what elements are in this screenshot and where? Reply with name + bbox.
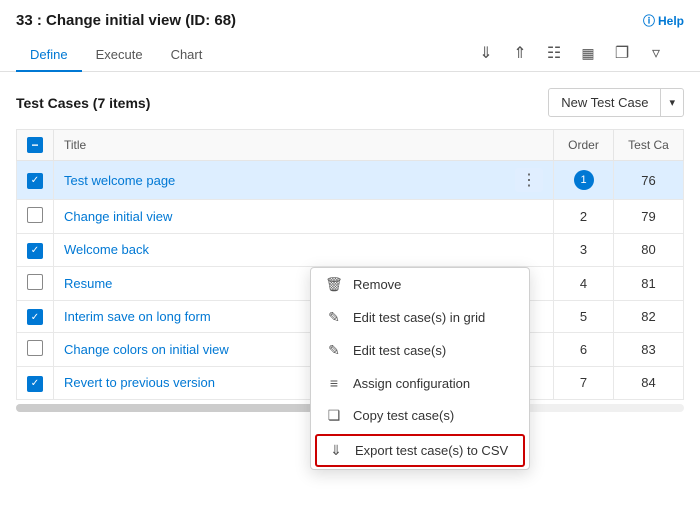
assign-icon: ≡: [325, 375, 343, 391]
checkbox-checked[interactable]: ✓: [27, 376, 43, 392]
context-menu-item[interactable]: ≡ Assign configuration: [311, 367, 529, 399]
checkbox-unchecked[interactable]: [27, 274, 43, 290]
context-menu-item[interactable]: ✎ Edit test case(s): [311, 334, 529, 367]
tabs-row: Define Execute Chart ⇓ ⇑ ☷ ▦ ❐ ▿: [16, 37, 684, 71]
row-menu-button[interactable]: ⋮: [515, 168, 543, 192]
row-order-cell: 7: [554, 367, 614, 400]
test-case-title-link[interactable]: Revert to previous version: [64, 375, 215, 390]
row-checkbox-cell: ✓: [17, 161, 54, 200]
context-menu-label: Assign configuration: [353, 376, 470, 391]
context-menu-item[interactable]: ✎ Edit test case(s) in grid: [311, 301, 529, 334]
chevron-down-icon[interactable]: ▾: [661, 90, 683, 115]
context-menu-item[interactable]: 🗑 Remove: [311, 268, 529, 301]
row-order-cell: 4: [554, 266, 614, 300]
row-testca-cell: 81: [614, 266, 684, 300]
grid-icon[interactable]: ☷: [542, 41, 566, 65]
test-case-title-link[interactable]: Welcome back: [64, 242, 149, 257]
row-testca-cell: 76: [614, 161, 684, 200]
trash-icon: 🗑: [325, 276, 343, 293]
new-test-case-label[interactable]: New Test Case: [549, 89, 661, 116]
section-header: Test Cases (7 items) New Test Case ▾: [16, 88, 684, 117]
split-icon[interactable]: ▦: [576, 41, 600, 65]
row-order-cell: 2: [554, 200, 614, 234]
expand-icon[interactable]: ❐: [610, 41, 634, 65]
context-menu-label: Copy test case(s): [353, 408, 454, 423]
row-order-cell: 3: [554, 234, 614, 267]
row-checkbox-cell: [17, 333, 54, 367]
row-testca-cell: 82: [614, 300, 684, 333]
edit-icon: ✎: [325, 342, 343, 359]
checkbox-checked[interactable]: ✓: [27, 309, 43, 325]
test-case-title-link[interactable]: Change initial view: [64, 209, 172, 224]
import-icon[interactable]: ⇓: [474, 41, 498, 65]
tabs: Define Execute Chart: [16, 39, 216, 71]
page-title-row: 33 : Change initial view (ID: 68) ⓘ Help: [16, 12, 684, 29]
header: 33 : Change initial view (ID: 68) ⓘ Help…: [0, 0, 700, 72]
row-order-cell: 1: [554, 161, 614, 200]
edit-grid-icon: ✎: [325, 309, 343, 326]
row-checkbox-cell: ✓: [17, 300, 54, 333]
context-menu: 🗑 Remove ✎ Edit test case(s) in grid ✎ E…: [310, 267, 530, 470]
tab-define[interactable]: Define: [16, 39, 82, 72]
export-icon[interactable]: ⇑: [508, 41, 532, 65]
row-testca-cell: 84: [614, 367, 684, 400]
row-testca-cell: 80: [614, 234, 684, 267]
section-title: Test Cases (7 items): [16, 95, 150, 111]
test-case-title-link[interactable]: Test welcome page: [64, 173, 175, 188]
select-all-checkbox[interactable]: −: [27, 137, 43, 153]
context-menu-label: Edit test case(s) in grid: [353, 310, 485, 325]
col-header-testca: Test Ca: [614, 130, 684, 161]
row-checkbox-cell: [17, 266, 54, 300]
row-order-cell: 6: [554, 333, 614, 367]
row-checkbox-cell: [17, 200, 54, 234]
col-header-check: −: [17, 130, 54, 161]
context-menu-label: Edit test case(s): [353, 343, 446, 358]
table-row: Change initial view 279: [17, 200, 684, 234]
tab-chart[interactable]: Chart: [157, 39, 217, 72]
col-header-title: Title: [54, 130, 554, 161]
filter-icon[interactable]: ▿: [644, 41, 668, 65]
col-header-order: Order: [554, 130, 614, 161]
test-case-title-link[interactable]: Change colors on initial view: [64, 342, 229, 357]
main-content: Test Cases (7 items) New Test Case ▾ − T…: [0, 72, 700, 428]
checkbox-checked[interactable]: ✓: [27, 173, 43, 189]
download-icon: ⇓: [327, 442, 345, 459]
row-testca-cell: 83: [614, 333, 684, 367]
order-badge: 1: [574, 170, 594, 190]
help-circle-icon: ⓘ: [643, 12, 655, 29]
test-case-title-link[interactable]: Interim save on long form: [64, 309, 211, 324]
new-test-case-button[interactable]: New Test Case ▾: [548, 88, 684, 117]
checkbox-unchecked[interactable]: [27, 340, 43, 356]
checkbox-checked[interactable]: ✓: [27, 243, 43, 259]
page-title: 33 : Change initial view (ID: 68): [16, 12, 236, 29]
help-link[interactable]: ⓘ Help: [643, 12, 684, 29]
tab-execute[interactable]: Execute: [82, 39, 157, 72]
context-menu-label: Remove: [353, 277, 401, 292]
context-menu-item[interactable]: ❏ Copy test case(s): [311, 399, 529, 432]
context-menu-label: Export test case(s) to CSV: [355, 443, 508, 458]
context-menu-item[interactable]: ⇓ Export test case(s) to CSV: [315, 434, 525, 467]
checkbox-unchecked[interactable]: [27, 207, 43, 223]
table-row: ✓ Test welcome page ⋮ 1 76: [17, 161, 684, 200]
row-testca-cell: 79: [614, 200, 684, 234]
row-checkbox-cell: ✓: [17, 234, 54, 267]
row-order-cell: 5: [554, 300, 614, 333]
row-checkbox-cell: ✓: [17, 367, 54, 400]
test-case-title-link[interactable]: Resume: [64, 276, 112, 291]
table-row: ✓ Welcome back 380: [17, 234, 684, 267]
copy-icon: ❏: [325, 407, 343, 424]
